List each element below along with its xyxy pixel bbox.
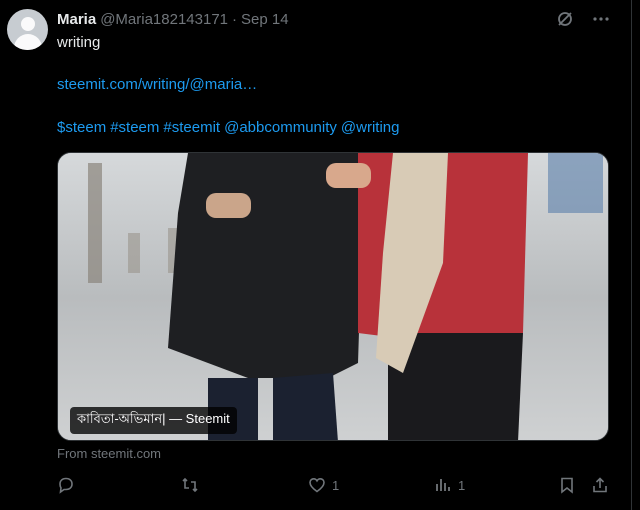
hashtag[interactable]: #steem [110, 119, 159, 136]
views-button[interactable]: 1 [434, 476, 465, 494]
avatar[interactable] [7, 9, 48, 50]
share-button[interactable] [591, 476, 609, 494]
more-icon[interactable] [592, 10, 610, 33]
views-icon [436, 479, 450, 491]
avatar-body [14, 34, 42, 50]
tweet-date[interactable]: Sep 14 [241, 11, 289, 28]
mention[interactable]: @writing [341, 119, 400, 136]
separator: · [232, 10, 238, 28]
reply-icon [59, 477, 73, 494]
mention[interactable]: @abbcommunity [224, 119, 337, 136]
bookmark-icon [561, 477, 573, 494]
card-source[interactable]: From steemit.com [57, 446, 161, 461]
card-image [58, 153, 608, 440]
user-handle[interactable]: @Maria182143171 [100, 11, 228, 28]
action-bar: 1 1 [57, 476, 617, 498]
hashtag-line: $steem #steem #steemit @abbcommunity @writin… [57, 118, 403, 138]
user-name[interactable]: Maria [57, 11, 96, 28]
grok-icon[interactable] [556, 10, 574, 33]
bookmark-button[interactable] [558, 476, 576, 494]
tweet[interactable]: Maria @Maria182143171 · Sep 14 writing s… [0, 0, 640, 510]
hashtag[interactable]: #steemit [163, 119, 220, 136]
retweet-icon [182, 477, 198, 493]
link-card[interactable]: কাবিতা-অভিমান| — Steemit [57, 152, 609, 441]
tweet-text: writing [57, 34, 101, 51]
divider [631, 0, 632, 510]
avatar-head [21, 17, 35, 31]
like-button[interactable]: 1 [308, 476, 339, 494]
card-title[interactable]: কাবিতা-অভিমান| — Steemit [70, 407, 237, 434]
like-count: 1 [332, 477, 340, 493]
tweet-header: Maria @Maria182143171 · Sep 14 [57, 9, 289, 29]
like-icon [309, 477, 325, 493]
hashtag[interactable]: $steem [57, 119, 106, 136]
share-icon [593, 477, 607, 493]
retweet-button[interactable] [181, 476, 199, 494]
view-count: 1 [458, 477, 466, 493]
reply-button[interactable] [57, 476, 75, 494]
tweet-link[interactable]: steemit.com/writing/@maria… [57, 75, 257, 95]
top-icons [556, 10, 610, 33]
